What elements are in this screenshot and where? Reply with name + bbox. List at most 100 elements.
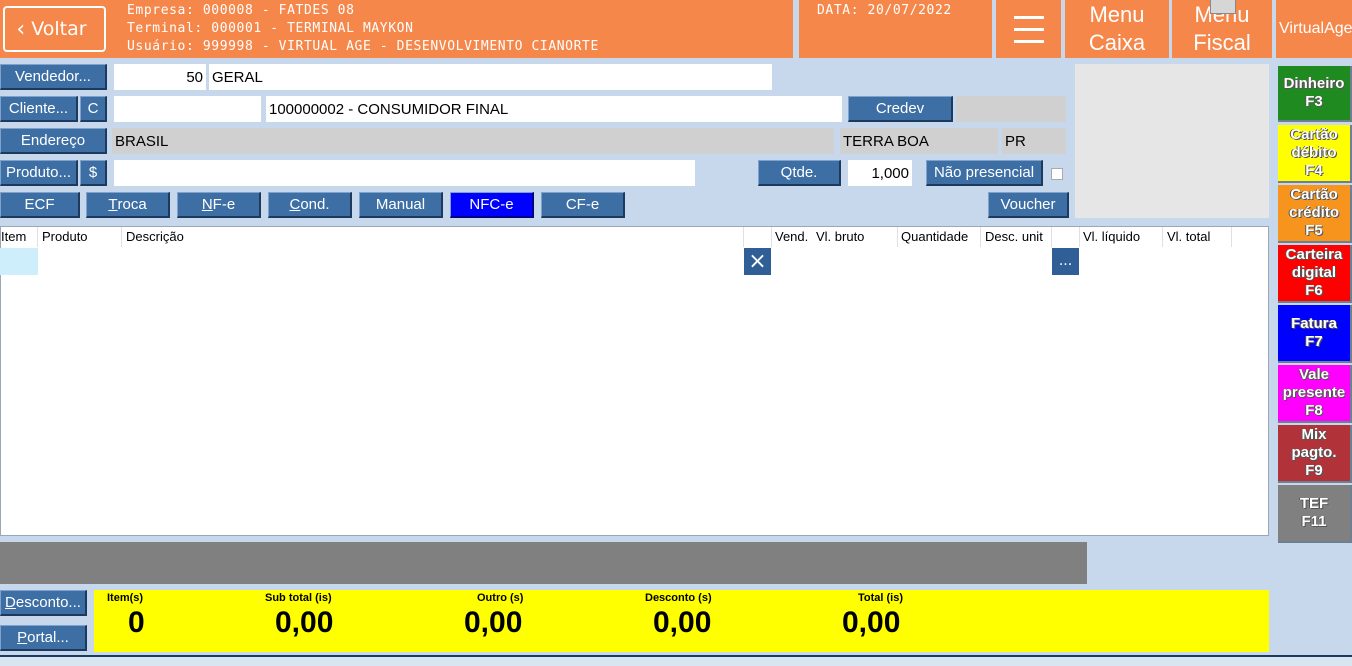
- pay-button-label: F6: [1305, 282, 1323, 299]
- pay-dinheiro-button[interactable]: Dinheiro F3: [1278, 66, 1352, 122]
- itens-label: Item(s): [107, 592, 144, 604]
- pay-button-label: F7: [1305, 333, 1323, 350]
- cliente-code-field[interactable]: [114, 96, 261, 122]
- column-header-vl-total[interactable]: Vl. total: [1167, 229, 1210, 244]
- pay-button-label: Fatura: [1291, 315, 1337, 332]
- menu-caixa-label-2: Caixa: [1088, 30, 1146, 55]
- column-header-produto[interactable]: Produto: [42, 229, 88, 244]
- pay-button-label: débito: [1291, 144, 1337, 161]
- terminal-text: Terminal: 000001 - TERMINAL MAYKON: [127, 21, 414, 36]
- usuario-text: Usuário: 999998 - VIRTUAL AGE - DESENVOL…: [127, 39, 599, 54]
- outro-label: Outro (s): [477, 592, 524, 604]
- menu-fiscal-button[interactable]: Menu Fiscal: [1172, 0, 1272, 58]
- pay-cartao-credito-button[interactable]: Cartão crédito F5: [1278, 185, 1352, 243]
- pay-carteira-digital-button[interactable]: Carteira digital F6: [1278, 245, 1352, 303]
- pay-button-label: Mix: [1301, 426, 1327, 443]
- pais-field: BRASIL: [112, 128, 834, 154]
- column-header-vl-bruto[interactable]: Vl. bruto: [816, 229, 864, 244]
- printer-icon: [1210, 0, 1236, 14]
- pay-vale-presente-button[interactable]: Vale presente F8: [1278, 365, 1352, 423]
- pay-button-label: F9: [1305, 462, 1323, 479]
- pay-button-label: F4: [1305, 162, 1323, 179]
- pay-cartao-debito-button[interactable]: Cartão débito F4: [1278, 125, 1352, 183]
- uf-field: PR: [1002, 128, 1066, 154]
- voucher-button[interactable]: Voucher: [988, 192, 1069, 218]
- delete-item-button[interactable]: ×: [744, 248, 771, 275]
- hamburger-icon: [1013, 15, 1044, 19]
- cond-button[interactable]: Cond.: [268, 192, 352, 218]
- endereco-button[interactable]: Endereço: [0, 128, 107, 154]
- pay-tef-button[interactable]: TEF F11: [1278, 485, 1352, 543]
- back-button-label: Voltar: [31, 18, 87, 40]
- subtotal-value: 0,00: [275, 606, 334, 639]
- nfce-button[interactable]: NFC-e: [450, 192, 534, 218]
- date-panel: DATA: 20/07/2022: [799, 0, 992, 58]
- produto-button[interactable]: Produto...: [0, 160, 78, 186]
- pay-button-label: Vale: [1298, 366, 1330, 383]
- portal-button[interactable]: Portal...: [0, 625, 87, 651]
- pay-button-label: F11: [1301, 513, 1327, 530]
- chevron-left-icon: ‹: [16, 16, 26, 42]
- vendedor-code-field[interactable]: 50: [114, 64, 206, 90]
- nao-presencial-checkbox[interactable]: [1051, 168, 1063, 180]
- pay-button-label: Cartão: [1290, 126, 1338, 143]
- vendedor-button[interactable]: Vendedor...: [0, 64, 107, 90]
- cidade-field: TERRA BOA: [840, 128, 998, 154]
- total-value: 0,00: [842, 606, 901, 639]
- date-text: DATA: 20/07/2022: [817, 3, 952, 18]
- hamburger-menu-button[interactable]: [996, 0, 1061, 58]
- pay-button-label: digital: [1291, 264, 1337, 281]
- pay-button-label: F8: [1305, 402, 1323, 419]
- pay-button-label: TEF: [1299, 495, 1329, 512]
- column-header-quantidade[interactable]: Quantidade: [901, 229, 968, 244]
- user-label: VirtualAge: [1276, 0, 1352, 58]
- column-header-desc-unit[interactable]: Desc. unit: [985, 229, 1043, 244]
- subtotal-label: Sub total (is): [265, 592, 332, 604]
- pay-button-label: pagto.: [1291, 444, 1337, 461]
- empresa-text: Empresa: 000008 - FATDES 08: [127, 3, 355, 18]
- menu-caixa-button[interactable]: Menu Caixa: [1065, 0, 1169, 58]
- bottom-border: [0, 655, 1352, 666]
- produto-input[interactable]: [114, 160, 695, 186]
- menu-fiscal-label-2: Fiscal: [1193, 30, 1251, 55]
- total-label: Total (is): [858, 592, 904, 604]
- item-details-button[interactable]: ...: [1052, 248, 1079, 275]
- desconto-value: 0,00: [653, 606, 712, 639]
- manual-button[interactable]: Manual: [359, 192, 443, 218]
- outro-value: 0,00: [464, 606, 523, 639]
- pay-button-label: F5: [1305, 222, 1323, 239]
- grid-selected-cell[interactable]: [0, 248, 38, 275]
- pay-button-label: Cartão: [1290, 186, 1338, 203]
- cliente-button[interactable]: Cliente...: [0, 96, 78, 122]
- column-header-descricao[interactable]: Descrição: [126, 229, 184, 244]
- pay-button-label: Carteira: [1285, 246, 1343, 263]
- vendedor-name-field: GERAL: [209, 64, 772, 90]
- status-bar: [0, 542, 1087, 584]
- pay-mix-button[interactable]: Mix pagto. F9: [1278, 425, 1352, 483]
- column-header-item[interactable]: Item: [1, 229, 26, 244]
- menu-caixa-label-1: Menu: [1089, 2, 1145, 27]
- column-header-vl-liquido[interactable]: Vl. líquido: [1083, 229, 1140, 244]
- qtde-button[interactable]: Qtde.: [758, 160, 841, 186]
- cfe-button[interactable]: CF-e: [541, 192, 625, 218]
- column-header-vend[interactable]: Vend.: [775, 229, 808, 244]
- pay-fatura-button[interactable]: Fatura F7: [1278, 305, 1352, 363]
- desconto-button[interactable]: Desconto...: [0, 590, 87, 616]
- pay-button-label: crédito: [1288, 204, 1339, 221]
- pay-button-label: presente: [1282, 384, 1346, 401]
- credev-button[interactable]: Credev: [848, 96, 953, 122]
- credev-value-field: [956, 96, 1066, 122]
- troca-button[interactable]: Troca: [86, 192, 170, 218]
- cliente-c-button[interactable]: C: [80, 96, 107, 122]
- totals-panel: Item(s) 0 Sub total (is) 0,00 Outro (s) …: [94, 590, 1269, 652]
- info-panel: [1075, 64, 1269, 218]
- cliente-name-field: 100000002 - CONSUMIDOR FINAL: [266, 96, 842, 122]
- produto-price-button[interactable]: $: [80, 160, 107, 186]
- ecf-button[interactable]: ECF: [0, 192, 80, 218]
- pay-button-label: Dinheiro: [1283, 75, 1345, 92]
- qtde-input[interactable]: 1,000: [848, 160, 912, 186]
- close-icon: ×: [748, 249, 767, 274]
- back-button[interactable]: ‹ Voltar: [3, 6, 106, 52]
- nao-presencial-button[interactable]: Não presencial: [926, 160, 1043, 186]
- nfe-button[interactable]: N F-e: [177, 192, 261, 218]
